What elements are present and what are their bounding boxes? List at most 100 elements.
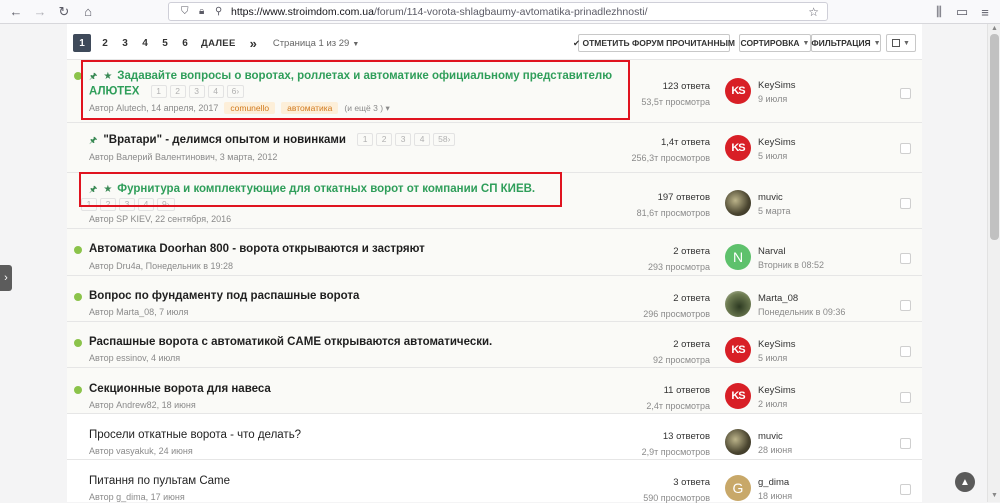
back-icon[interactable]: ← — [4, 0, 28, 24]
menu-icon[interactable]: ≡ — [976, 0, 994, 24]
topic-checkbox[interactable] — [900, 392, 911, 403]
avatar[interactable]: G — [725, 475, 751, 501]
topic-checkbox[interactable] — [900, 143, 911, 154]
page-6-button[interactable]: 6 — [175, 34, 195, 52]
browser-toolbar: ← → ↻ ⌂ ⛉ 🔒︎ ⚲ https://www.stroimdom.com… — [0, 0, 1000, 24]
next-page-button[interactable]: ДАЛЕЕ — [201, 38, 236, 49]
topic-checkbox[interactable] — [900, 88, 911, 99]
avatar[interactable]: KS — [725, 135, 751, 161]
permissions-icon[interactable]: ⚲ — [215, 6, 222, 17]
topic-checkbox[interactable] — [900, 253, 911, 264]
unread-dot-icon — [74, 246, 82, 254]
last-post-date[interactable]: 5 июля — [758, 353, 795, 363]
avatar[interactable] — [725, 190, 751, 216]
view-count: 293 просмотра — [647, 262, 710, 272]
page-3-button[interactable]: 3 — [115, 34, 135, 52]
view-count: 296 просмотров — [643, 309, 710, 319]
topic-title-link[interactable]: 🖈 "Вратари" - делимся опытом и новинками … — [89, 133, 456, 149]
last-post-date[interactable]: 2 июля — [758, 399, 795, 409]
side-panel-toggle[interactable]: › — [0, 265, 12, 291]
last-post-date[interactable]: 28 июня — [758, 445, 792, 455]
topic-row: Секционные ворота для навеса Автор Andre… — [67, 367, 922, 413]
pagination: 1 2 3 4 5 6 ДАЛЕЕ » Страница 1 из 29 ▼ — [73, 34, 359, 52]
last-poster-name[interactable]: KeySims — [758, 80, 795, 91]
last-poster-name[interactable]: KeySims — [758, 339, 795, 350]
topic-stats: 1,4т ответа 256,3т просмотров — [597, 137, 710, 163]
topic-title-link[interactable]: Питання по пультам Came — [89, 475, 230, 487]
reply-count: 13 ответов — [662, 431, 710, 442]
lock-icon[interactable]: 🔒︎ — [199, 6, 204, 17]
scrollbar-thumb[interactable] — [990, 34, 999, 240]
topic-title-link[interactable]: Секционные ворота для навеса — [89, 383, 271, 395]
filter-button[interactable]: ФИЛЬТРАЦИЯ ▼ — [811, 34, 881, 52]
sort-button[interactable]: СОРТИРОВКА ▼ — [739, 34, 811, 52]
mini-page-button[interactable]: 3 — [395, 133, 412, 147]
avatar[interactable] — [725, 291, 751, 317]
mark-forum-read-button[interactable]: ✔ ОТМЕТИТЬ ФОРУМ ПРОЧИТАННЫМ — [573, 34, 735, 52]
avatar[interactable]: KS — [725, 78, 751, 104]
home-icon[interactable]: ⌂ — [76, 0, 100, 24]
topic-stats: 2 ответа 296 просмотров — [597, 293, 710, 319]
last-poster-name[interactable]: Narval — [758, 246, 824, 257]
mini-page-button[interactable]: 1 — [357, 133, 374, 147]
mini-page-button[interactable]: 4 — [414, 133, 431, 147]
view-count: 2,4т просмотра — [646, 401, 710, 411]
page-5-button[interactable]: 5 — [155, 34, 175, 52]
avatar[interactable]: N — [725, 244, 751, 270]
unread-dot-icon — [74, 386, 82, 394]
page-4-button[interactable]: 4 — [135, 34, 155, 52]
last-poster-name[interactable]: muvic — [758, 192, 791, 203]
scrollbar[interactable]: ▲ ▼ — [987, 24, 1000, 502]
reply-count: 2 ответа — [673, 293, 710, 304]
topic-title-link[interactable]: Автоматика Doorhan 800 - ворота открываю… — [89, 243, 425, 255]
topic-stats: 2 ответа 92 просмотра — [597, 339, 710, 365]
last-poster-name[interactable]: KeySims — [758, 385, 795, 396]
last-post-date[interactable]: Понедельник в 09:36 — [758, 307, 845, 317]
last-post-date[interactable]: 9 июля — [758, 94, 795, 104]
library-icon[interactable]: ⫼ — [930, 0, 948, 24]
topic-checkbox[interactable] — [900, 438, 911, 449]
mini-page-button[interactable]: 58› — [433, 133, 456, 147]
avatar[interactable]: KS — [725, 383, 751, 409]
last-poster-name[interactable]: KeySims — [758, 137, 795, 148]
bulk-select-button[interactable]: ▼ — [886, 34, 916, 52]
topic-title-link[interactable]: Просели откатные ворота - что делать? — [89, 429, 301, 441]
last-post-date[interactable]: 5 июля — [758, 151, 795, 161]
scroll-down-icon[interactable]: ▼ — [990, 492, 999, 500]
topic-title-link[interactable]: Распашные ворота с автоматикой CAME откр… — [89, 336, 492, 348]
avatar[interactable]: KS — [725, 337, 751, 363]
topic-meta: Автор essinov, 4 июля — [89, 353, 181, 363]
topic-checkbox[interactable] — [900, 198, 911, 209]
last-poster-name[interactable]: Marta_08 — [758, 293, 845, 304]
reply-count: 197 ответов — [657, 192, 710, 203]
page-2-button[interactable]: 2 — [95, 34, 115, 52]
last-page-button[interactable]: » — [250, 36, 257, 51]
avatar[interactable] — [725, 429, 751, 455]
topic-row: Распашные ворота с автоматикой CAME откр… — [67, 321, 922, 367]
reload-icon[interactable]: ↻ — [52, 0, 76, 24]
address-bar[interactable]: ⛉ 🔒︎ ⚲ https://www.stroimdom.com.ua/foru… — [168, 2, 828, 21]
topic-checkbox[interactable] — [900, 484, 911, 495]
last-poster-name[interactable]: g_dima — [758, 477, 792, 488]
sidebar-icon[interactable]: ▭ — [953, 0, 971, 24]
last-post-date[interactable]: Вторник в 08:52 — [758, 260, 824, 270]
forward-icon[interactable]: → — [28, 0, 52, 24]
bookmark-star-icon[interactable]: ☆ — [808, 5, 819, 19]
last-poster-name[interactable]: muvic — [758, 431, 792, 442]
page-1-button[interactable]: 1 — [73, 34, 91, 52]
topic-title-link[interactable]: Вопрос по фундаменту под распашные ворот… — [89, 290, 359, 302]
tracking-shield-icon[interactable]: ⛉ — [181, 6, 189, 17]
topic-meta: Автор Валерий Валентинович, 3 марта, 201… — [89, 152, 278, 162]
view-count: 81,6т просмотров — [636, 208, 710, 218]
topic-checkbox[interactable] — [900, 300, 911, 311]
page-jump-dropdown[interactable]: Страница 1 из 29 ▼ — [273, 38, 359, 49]
last-post-date[interactable]: 18 июня — [758, 491, 792, 501]
scroll-to-top-button[interactable]: ▲ — [955, 472, 975, 492]
topic-checkbox[interactable] — [900, 346, 911, 357]
last-post-date[interactable]: 5 марта — [758, 206, 791, 216]
view-count: 2,9т просмотров — [641, 447, 710, 457]
mark-read-label: ✔ ОТМЕТИТЬ ФОРУМ ПРОЧИТАННЫМ — [573, 37, 735, 48]
chevron-up-icon: ▲ — [960, 476, 970, 488]
scroll-up-icon[interactable]: ▲ — [990, 25, 999, 33]
mini-page-button[interactable]: 2 — [376, 133, 393, 147]
